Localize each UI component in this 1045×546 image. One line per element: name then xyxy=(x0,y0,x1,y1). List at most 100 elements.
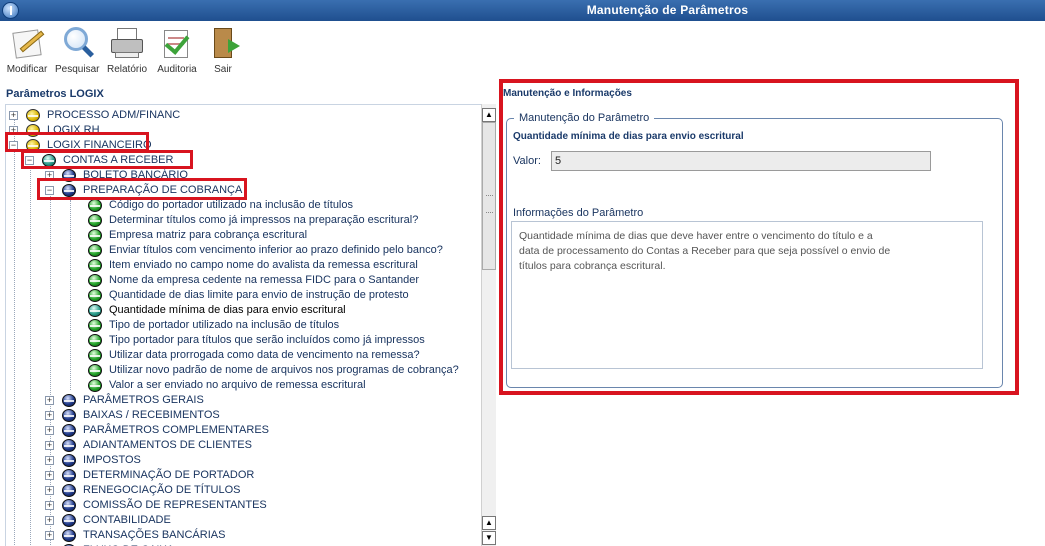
tree-node-label: Código do portador utilizado na inclusão… xyxy=(109,199,353,211)
toolbar: Modificar Pesquisar Relatório Auditoria … xyxy=(0,21,1045,79)
tree-node-label: Determinar títulos como já impressos na … xyxy=(109,214,419,226)
exit-button[interactable]: Sair xyxy=(206,25,240,75)
status-ball-icon xyxy=(88,274,102,287)
highlight-logix-financeiro xyxy=(5,132,149,152)
info-line: Quantidade mínima de dias que deve haver… xyxy=(519,230,873,242)
expand-icon[interactable]: + xyxy=(45,396,54,405)
report-label: Relatório xyxy=(106,64,148,75)
tree-node-label: Utilizar novo padrão de nome de arquivos… xyxy=(109,364,459,376)
scroll-thumb[interactable] xyxy=(482,122,496,270)
expand-icon[interactable]: + xyxy=(45,426,54,435)
maintenance-panel-title: Manutenção e Informações xyxy=(503,88,632,99)
scroll-up-button[interactable]: ▲ xyxy=(482,108,496,122)
valor-label: Valor: xyxy=(513,155,541,167)
tree-leaf-item[interactable]: Enviar títulos com vencimento inferior a… xyxy=(6,243,482,258)
tree-leaf-item[interactable]: Tipo portador para títulos que serão inc… xyxy=(6,333,482,348)
audit-label: Auditoria xyxy=(157,64,197,75)
tree-node[interactable]: + COMISSÃO DE REPRESENTANTES xyxy=(6,498,482,513)
expand-icon[interactable]: + xyxy=(45,516,54,525)
tree-leaf-item[interactable]: Tipo de portador utilizado na inclusão d… xyxy=(6,318,482,333)
expand-icon[interactable]: + xyxy=(45,486,54,495)
tree-leaf-item[interactable]: Código do portador utilizado na inclusão… xyxy=(6,198,482,213)
valor-field[interactable]: 5 xyxy=(551,151,931,171)
status-ball-icon xyxy=(62,409,76,422)
highlight-preparacao-cobranca xyxy=(37,178,247,200)
tree-node[interactable]: + BAIXAS / RECEBIMENTOS xyxy=(6,408,482,423)
status-ball-icon xyxy=(62,484,76,497)
status-ball-icon xyxy=(62,499,76,512)
tree-node[interactable]: + PARÂMETROS GERAIS xyxy=(6,393,482,408)
expand-icon[interactable]: + xyxy=(45,441,54,450)
status-ball-icon xyxy=(62,469,76,482)
status-ball-icon xyxy=(62,454,76,467)
tree-node-label: Enviar títulos com vencimento inferior a… xyxy=(109,244,443,256)
magnifier-icon xyxy=(58,25,96,61)
scroll-up-button-bottom[interactable]: ▲ xyxy=(482,516,496,530)
tree-node[interactable]: + TRANSAÇÕES BANCÁRIAS xyxy=(6,528,482,543)
tree-node[interactable]: + PROCESSO ADM/FINANC xyxy=(6,108,482,123)
tree-node-label: Quantidade de dias limite para envio de … xyxy=(109,289,409,301)
expand-icon[interactable]: + xyxy=(45,531,54,540)
info-label: Informações do Parâmetro xyxy=(513,207,644,219)
tree-node[interactable]: + ADIANTAMENTOS DE CLIENTES xyxy=(6,438,482,453)
modify-button[interactable]: Modificar xyxy=(4,25,50,75)
tree-leaf-item[interactable]: Valor a ser enviado no arquivo de remess… xyxy=(6,378,482,393)
tree-node[interactable]: + IMPOSTOS xyxy=(6,453,482,468)
tree-node-label: IMPOSTOS xyxy=(83,454,141,466)
tree-leaf-item[interactable]: Empresa matriz para cobrança escritural xyxy=(6,228,482,243)
tree-leaf-item[interactable]: Determinar títulos como já impressos na … xyxy=(6,213,482,228)
status-ball-icon xyxy=(88,259,102,272)
expand-icon[interactable]: + xyxy=(9,111,18,120)
window-title: Manutenção de Parâmetros xyxy=(586,3,749,17)
audit-button[interactable]: Auditoria xyxy=(155,25,199,75)
tree-node[interactable]: + PARÂMETROS COMPLEMENTARES xyxy=(6,423,482,438)
status-ball-icon xyxy=(88,379,102,392)
tree-node-label: Nome da empresa cedente na remessa FIDC … xyxy=(109,274,419,286)
checklist-icon xyxy=(158,25,196,61)
expand-icon[interactable]: + xyxy=(45,411,54,420)
status-ball-icon xyxy=(88,334,102,347)
tree-node-label: ADIANTAMENTOS DE CLIENTES xyxy=(83,439,252,451)
status-ball-icon xyxy=(88,289,102,302)
tree-node-label: PARÂMETROS GERAIS xyxy=(83,394,204,406)
tree-node[interactable]: + RENEGOCIAÇÃO DE TÍTULOS xyxy=(6,483,482,498)
highlight-contas-a-receber xyxy=(21,150,193,169)
status-ball-icon xyxy=(62,424,76,437)
expand-icon[interactable]: + xyxy=(45,471,54,480)
tree-node-label: BAIXAS / RECEBIMENTOS xyxy=(83,409,220,421)
info-line: data de processamento do Contas a Recebe… xyxy=(519,245,891,257)
search-button[interactable]: Pesquisar xyxy=(55,25,99,75)
tree-node-label: Valor a ser enviado no arquivo de remess… xyxy=(109,379,366,391)
tree-node-label: DETERMINAÇÃO DE PORTADOR xyxy=(83,469,255,481)
tree-node-label: COMISSÃO DE REPRESENTANTES xyxy=(83,499,267,511)
tree-node[interactable]: + CONTABILIDADE xyxy=(6,513,482,528)
expand-icon[interactable]: + xyxy=(45,501,54,510)
tree-node-label: TRANSAÇÕES BANCÁRIAS xyxy=(83,529,226,541)
status-ball-icon xyxy=(26,109,40,122)
info-textarea[interactable]: Quantidade mínima de dias que deve haver… xyxy=(511,221,983,369)
printer-icon xyxy=(108,25,146,61)
tree-scrollbar[interactable]: ▲ ▲ ▼ xyxy=(481,104,496,546)
tree-leaf-item[interactable]: Quantidade mínima de dias para envio esc… xyxy=(6,303,482,318)
status-ball-icon xyxy=(62,529,76,542)
parameter-name: Quantidade mínima de dias para envio esc… xyxy=(513,131,744,142)
tree-node-label: Tipo portador para títulos que serão inc… xyxy=(109,334,425,346)
parameters-tree[interactable]: + PROCESSO ADM/FINANC + LOGIX RH − LOGIX FINA… xyxy=(5,104,496,546)
tree-leaf-item[interactable]: Utilizar data prorrogada como data de ve… xyxy=(6,348,482,363)
tree-leaf-item[interactable]: Utilizar novo padrão de nome de arquivos… xyxy=(6,363,482,378)
exit-label: Sair xyxy=(214,64,232,75)
tree-node-label: Item enviado no campo nome do avalista d… xyxy=(109,259,418,271)
tree-node[interactable]: + DETERMINAÇÃO DE PORTADOR xyxy=(6,468,482,483)
expand-icon[interactable]: + xyxy=(45,456,54,465)
status-ball-icon xyxy=(62,439,76,452)
report-button[interactable]: Relatório xyxy=(106,25,148,75)
status-ball-icon xyxy=(88,319,102,332)
tree-node-label: Quantidade mínima de dias para envio esc… xyxy=(109,304,346,316)
status-ball-icon xyxy=(88,214,102,227)
tree-leaf-item[interactable]: Quantidade de dias limite para envio de … xyxy=(6,288,482,303)
tree-leaf-item[interactable]: Nome da empresa cedente na remessa FIDC … xyxy=(6,273,482,288)
status-ball-icon xyxy=(88,304,102,317)
tree-panel-title: Parâmetros LOGIX xyxy=(6,88,104,100)
tree-leaf-item[interactable]: Item enviado no campo nome do avalista d… xyxy=(6,258,482,273)
scroll-down-button[interactable]: ▼ xyxy=(482,531,496,545)
